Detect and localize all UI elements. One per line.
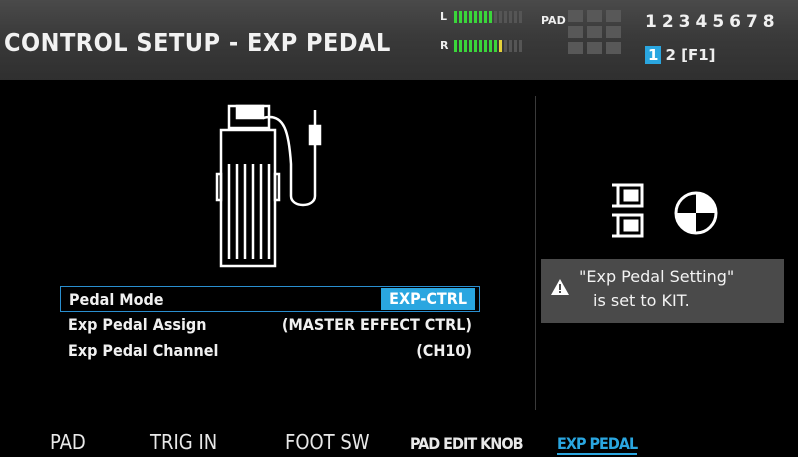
meter-l-label: L xyxy=(440,10,448,23)
meter-segment xyxy=(494,11,497,23)
meter-segment xyxy=(499,40,502,52)
tab-pad-edit-knob[interactable]: PAD EDIT KNOB xyxy=(410,434,524,453)
page-info: 2 [F1] xyxy=(665,46,716,64)
page-indicator: 12 [F1] xyxy=(645,46,716,64)
channel-numbers: 12345678 xyxy=(645,12,780,32)
tab-exp-pedal[interactable]: EXP PEDAL xyxy=(557,434,638,455)
tab-foot-sw[interactable]: FOOT SW xyxy=(285,430,370,454)
param-label: Exp Pedal Channel xyxy=(68,341,219,360)
bottom-tab-bar: PAD TRIG IN FOOT SW PAD EDIT KNOB EXP PE… xyxy=(0,425,798,457)
meter-segment xyxy=(454,11,457,23)
pad-label: PAD xyxy=(541,14,566,27)
meter-segment xyxy=(514,11,517,23)
meter-segment xyxy=(474,40,477,52)
meter-segment xyxy=(514,40,517,52)
param-row-pedal-mode[interactable]: Pedal Mode EXP-CTRL xyxy=(60,286,480,312)
meter-segment xyxy=(469,40,472,52)
selected-channel: 1 xyxy=(645,46,662,64)
meter-segment xyxy=(474,11,477,23)
meter-segment xyxy=(519,11,522,23)
level-meter-right xyxy=(454,40,524,52)
meter-segment xyxy=(479,11,482,23)
notice-line-2: is set to KIT. xyxy=(593,291,690,310)
param-label: Exp Pedal Assign xyxy=(68,315,207,334)
meter-segment xyxy=(454,40,457,52)
tab-pad[interactable]: PAD xyxy=(50,430,86,454)
vertical-divider xyxy=(535,96,536,410)
meter-segment xyxy=(489,40,492,52)
param-row-exp-pedal-assign[interactable]: Exp Pedal Assign (MASTER EFFECT CTRL) xyxy=(60,312,480,338)
expression-pedal-icon xyxy=(215,104,322,268)
meter-segment xyxy=(459,11,462,23)
header-bar: CONTROL SETUP - EXP PEDAL L R PAD 123456… xyxy=(0,0,798,80)
kit-icon xyxy=(612,183,718,238)
meter-segment xyxy=(479,40,482,52)
page-title: CONTROL SETUP - EXP PEDAL xyxy=(4,28,391,57)
meter-r-label: R xyxy=(440,39,449,52)
level-meter-left xyxy=(454,11,524,23)
param-row-exp-pedal-channel[interactable]: Exp Pedal Channel (CH10) xyxy=(60,338,480,364)
pad-indicator-grid xyxy=(568,10,630,66)
notice-box: "Exp Pedal Setting" is set to KIT. xyxy=(541,259,784,323)
param-value[interactable]: (CH10) xyxy=(416,341,472,360)
param-value[interactable]: (MASTER EFFECT CTRL) xyxy=(282,315,472,334)
param-value[interactable]: EXP-CTRL xyxy=(381,288,475,310)
parameter-list: Pedal Mode EXP-CTRL Exp Pedal Assign (MA… xyxy=(60,286,480,364)
meter-segment xyxy=(494,40,497,52)
meter-segment xyxy=(484,11,487,23)
meter-segment xyxy=(469,11,472,23)
meter-segment xyxy=(504,11,507,23)
meter-segment xyxy=(519,40,522,52)
tab-trig-in[interactable]: TRIG IN xyxy=(150,430,217,454)
meter-segment xyxy=(509,40,512,52)
meter-segment xyxy=(464,40,467,52)
notice-line-1: "Exp Pedal Setting" xyxy=(579,267,735,286)
meter-segment xyxy=(509,11,512,23)
meter-segment xyxy=(499,11,502,23)
meter-segment xyxy=(459,40,462,52)
meter-segment xyxy=(504,40,507,52)
meter-segment xyxy=(489,11,492,23)
warning-icon xyxy=(551,279,569,295)
meter-segment xyxy=(464,11,467,23)
meter-segment xyxy=(484,40,487,52)
param-label: Pedal Mode xyxy=(69,290,164,309)
